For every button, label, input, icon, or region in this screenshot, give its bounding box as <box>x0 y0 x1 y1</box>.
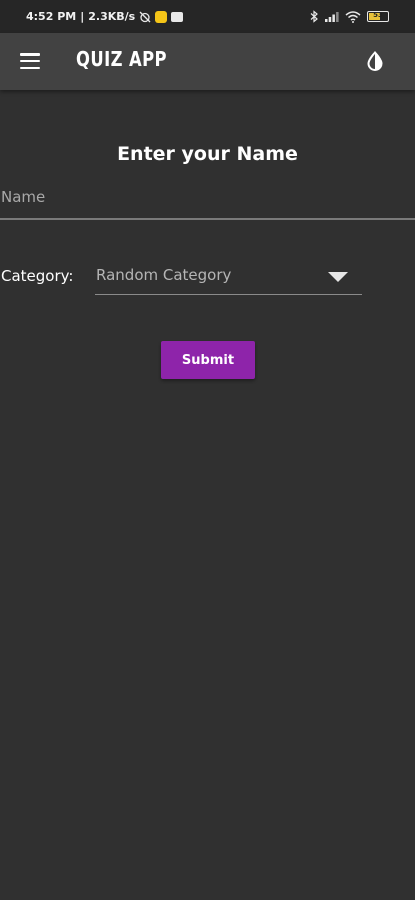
message-notification-icon <box>171 11 184 22</box>
name-field <box>0 176 415 220</box>
status-bar: 4:52 PM | 2.3KB/s 53 <box>0 0 415 33</box>
battery-icon: 53 <box>367 11 389 22</box>
name-input[interactable] <box>0 184 411 210</box>
network-speed: 2.3KB/s <box>88 10 136 23</box>
category-dropdown[interactable]: Random Category <box>95 262 362 295</box>
wifi-icon <box>345 10 361 23</box>
contrast-drop-icon[interactable] <box>365 51 385 71</box>
category-selected-value: Random Category <box>96 266 232 284</box>
app-title: QUIZ APP <box>76 47 167 71</box>
app-notification-icon <box>155 10 168 23</box>
status-separator: | <box>80 10 85 23</box>
app-bar: QUIZ APP <box>0 33 415 90</box>
alarm-off-icon <box>139 11 151 22</box>
hamburger-menu-icon[interactable] <box>20 53 40 69</box>
status-right: 53 <box>310 10 389 23</box>
submit-button[interactable]: Submit <box>161 341 255 379</box>
bluetooth-icon <box>310 10 318 23</box>
cellular-signal-icon <box>325 12 339 22</box>
category-label: Category: <box>1 267 74 285</box>
battery-level: 53 <box>373 11 383 19</box>
status-left: 4:52 PM | 2.3KB/s <box>26 10 184 23</box>
status-time: 4:52 PM <box>26 10 77 23</box>
dropdown-arrow-icon <box>328 272 348 282</box>
page-title: Enter your Name <box>117 143 298 165</box>
